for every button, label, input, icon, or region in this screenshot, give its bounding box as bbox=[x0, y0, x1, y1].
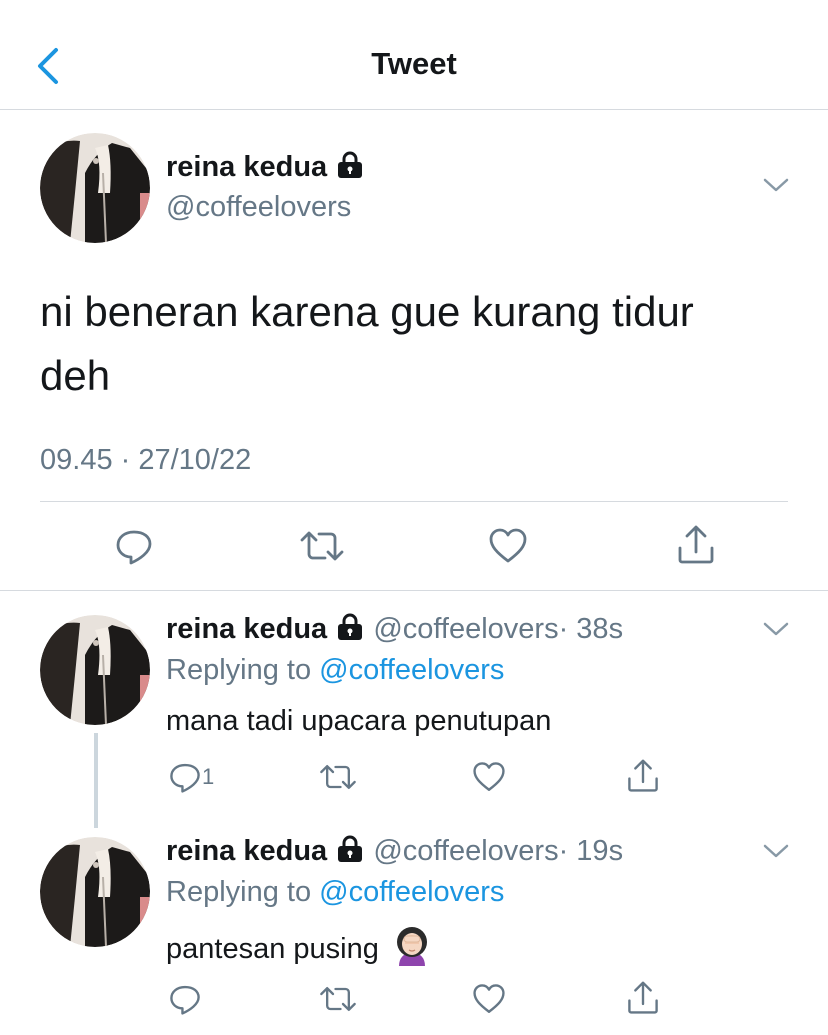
reply-count: 1 bbox=[202, 764, 215, 789]
replying-to: Replying to @coffeelovers bbox=[166, 653, 504, 687]
thread-connector-line bbox=[94, 733, 98, 828]
author-handle[interactable]: @coffeelovers bbox=[373, 613, 558, 645]
retweet-icon[interactable] bbox=[298, 526, 346, 571]
share-icon[interactable] bbox=[626, 758, 660, 799]
lock-icon bbox=[335, 613, 365, 649]
chevron-down-icon[interactable] bbox=[762, 176, 790, 199]
tweet-text-line: ni beneran karena gue kurang tidur bbox=[40, 288, 694, 335]
author-row: reina kedua bbox=[166, 150, 365, 187]
reply-time: · 38s bbox=[558, 613, 624, 645]
replying-to: Replying to @coffeelovers bbox=[166, 875, 504, 909]
lock-icon bbox=[335, 151, 365, 187]
share-icon[interactable] bbox=[626, 980, 660, 1021]
avatar[interactable] bbox=[40, 837, 150, 947]
replying-to-handle-link[interactable]: @coffeelovers bbox=[319, 654, 504, 686]
author-handle[interactable]: @coffeelovers bbox=[373, 835, 558, 867]
chevron-down-icon[interactable] bbox=[762, 842, 790, 865]
author-name[interactable]: reina kedua bbox=[166, 835, 327, 867]
tweet-timestamp[interactable]: 09.45 · 27/10/22 bbox=[40, 443, 251, 477]
like-heart-icon[interactable] bbox=[472, 982, 506, 1021]
reply-text-row: pantesan pusing bbox=[166, 926, 433, 974]
reply-author-row: reina kedua @coffeelovers· 38s bbox=[166, 612, 623, 649]
reply-button[interactable]: 1 bbox=[168, 760, 214, 794]
reply-text: mana tadi upacara penutupan bbox=[166, 705, 552, 737]
reply-time: · 19s bbox=[558, 835, 624, 867]
replying-to-handle-link[interactable]: @coffeelovers bbox=[319, 876, 504, 908]
replying-to-label: Replying to bbox=[166, 876, 312, 908]
author-handle[interactable]: @coffeelovers bbox=[166, 190, 351, 224]
page-title: Tweet bbox=[371, 46, 457, 81]
top-nav-bar: Tweet bbox=[0, 0, 828, 110]
tweet-text-line: deh bbox=[40, 352, 111, 399]
retweet-icon[interactable] bbox=[318, 982, 358, 1021]
reply-icon[interactable] bbox=[114, 526, 154, 571]
avatar[interactable] bbox=[40, 133, 150, 243]
like-heart-icon[interactable] bbox=[488, 526, 528, 571]
divider bbox=[40, 501, 788, 502]
reply-icon[interactable] bbox=[168, 982, 202, 1021]
author-name[interactable]: reina kedua bbox=[166, 151, 327, 183]
woman-facepalming-emoji-icon bbox=[391, 926, 433, 974]
avatar[interactable] bbox=[40, 615, 150, 725]
like-heart-icon[interactable] bbox=[472, 760, 506, 799]
tweet-text: ni beneran karena gue kurang tidur deh bbox=[40, 280, 694, 408]
retweet-icon[interactable] bbox=[318, 760, 358, 799]
lock-icon bbox=[335, 835, 365, 871]
replying-to-label: Replying to bbox=[166, 654, 312, 686]
share-icon[interactable] bbox=[676, 524, 716, 571]
divider bbox=[0, 590, 828, 591]
reply-icon bbox=[170, 763, 200, 793]
chevron-down-icon[interactable] bbox=[762, 620, 790, 643]
reply-text: pantesan pusing bbox=[166, 933, 379, 965]
reply-author-row: reina kedua @coffeelovers· 19s bbox=[166, 834, 623, 871]
author-name[interactable]: reina kedua bbox=[166, 613, 327, 645]
